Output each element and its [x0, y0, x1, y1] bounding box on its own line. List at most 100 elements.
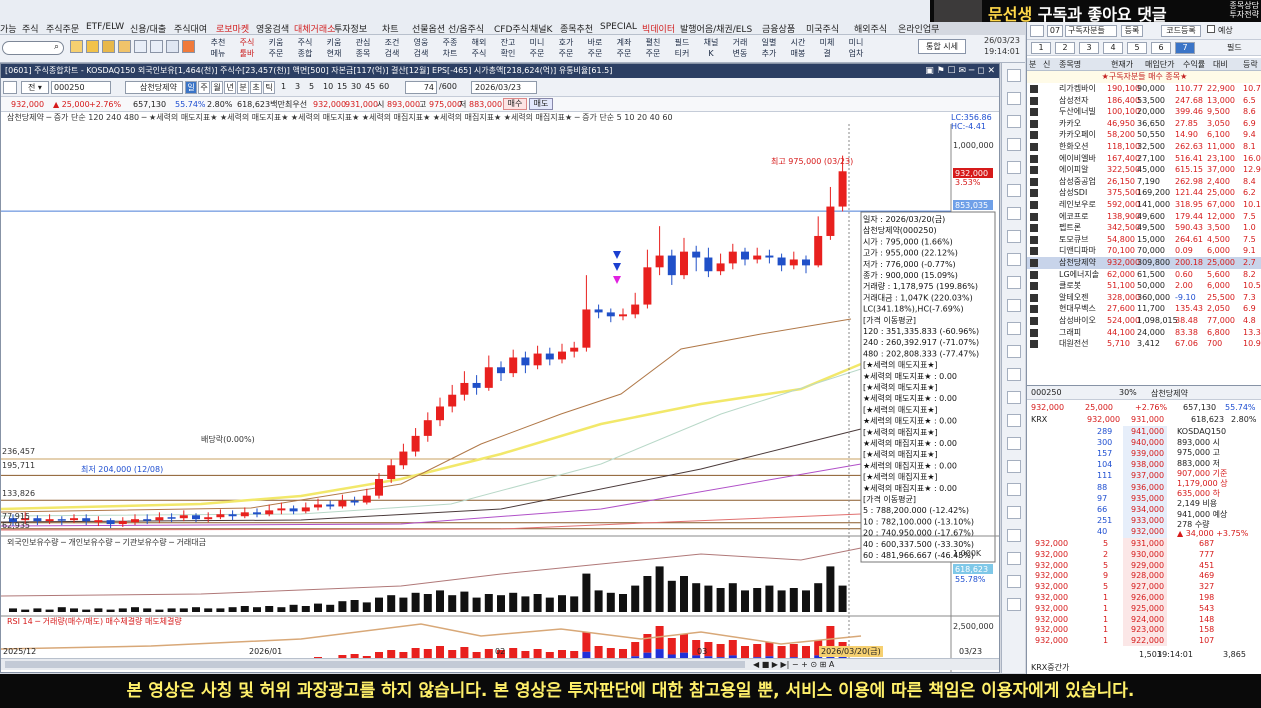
candle-body[interactable] — [777, 257, 786, 266]
watchlist-row[interactable]: 두산에너빌 100,100 20,000 399.46 9,500 8.6 — [1027, 106, 1261, 118]
bid-price[interactable]: 931,000 — [1131, 539, 1164, 548]
watchlist-col-5[interactable]: 수익률 — [1183, 58, 1205, 71]
watchlist-row[interactable]: 에코프로 138,900 49,600 179.44 12,000 7.5 — [1027, 211, 1261, 223]
stock-name-field[interactable]: 삼천당제약 — [125, 81, 183, 94]
toolbar-button-20[interactable]: 시간 매봉 — [785, 37, 811, 59]
candle-body[interactable] — [399, 451, 408, 466]
candle-body[interactable] — [631, 304, 640, 315]
register-button[interactable]: 등록 — [1121, 25, 1143, 37]
minute-opt-6[interactable]: 45 — [365, 82, 375, 91]
candle-body[interactable] — [619, 314, 627, 317]
bid-price[interactable]: 925,000 — [1131, 604, 1164, 613]
candle-body[interactable] — [167, 517, 176, 519]
bid-price[interactable]: 926,000 — [1131, 593, 1164, 602]
bid-price[interactable]: 928,000 — [1131, 571, 1164, 580]
menu-item-2[interactable]: 주식주문 — [46, 22, 79, 35]
candle-body[interactable] — [545, 353, 554, 360]
menu-item-17[interactable]: 빅데이터 — [642, 22, 675, 35]
menu-search-input[interactable]: ⌕ — [2, 41, 64, 55]
watchlist-row[interactable]: 카카오페이 58,200 50,550 14.90 6,100 9.4 — [1027, 129, 1261, 141]
ask-price[interactable]: 936,000 — [1131, 483, 1164, 492]
menu-item-0[interactable]: 가능 — [0, 22, 17, 35]
bid-price[interactable]: 924,000 — [1131, 615, 1164, 624]
draw-tool-9-icon[interactable] — [1007, 276, 1021, 289]
date-input[interactable]: 2026/03/23 — [471, 81, 537, 94]
minute-opt-0[interactable]: 1 — [281, 82, 286, 91]
candle-body[interactable] — [155, 517, 164, 521]
candle-body[interactable] — [94, 520, 103, 523]
candle-body[interactable] — [643, 267, 652, 305]
draw-tool-7-icon[interactable] — [1007, 230, 1021, 243]
menu-item-6[interactable]: 로보마켓 — [216, 22, 249, 35]
toolbar-button-11[interactable]: 미니 주문 — [524, 37, 550, 59]
period-tab-3[interactable]: 년 — [224, 81, 236, 94]
watchlist-tab-2[interactable]: 2 — [1055, 42, 1075, 54]
watchlist-tab-3[interactable]: 3 — [1079, 42, 1099, 54]
chart-scrollbar[interactable]: ◀ ■ ▶ ▶| − + ⊙ ⊞ A — [1, 658, 999, 670]
ask-price[interactable]: 941,000 — [1131, 427, 1164, 436]
watchlist-tab-1[interactable]: 1 — [1031, 42, 1051, 54]
toolbar-button-8[interactable]: 주종 차트 — [437, 37, 463, 59]
candle-body[interactable] — [509, 357, 518, 374]
candle-body[interactable] — [143, 519, 152, 521]
bid-price[interactable]: 929,000 — [1131, 561, 1164, 570]
ask-price[interactable]: 937,000 — [1131, 471, 1164, 480]
toolbar-button-14[interactable]: 계좌 주문 — [611, 37, 637, 59]
toolbar-button-16[interactable]: 필드 티커 — [669, 37, 695, 59]
candle-body[interactable] — [106, 520, 115, 525]
candle-body[interactable] — [789, 259, 798, 266]
toolbar-button-5[interactable]: 관심 종목 — [350, 37, 376, 59]
candle-body[interactable] — [484, 367, 493, 388]
watchlist-col-3[interactable]: 현재가 — [1111, 58, 1133, 71]
toolbar-button-19[interactable]: 일별 추가 — [756, 37, 782, 59]
candle-body[interactable] — [704, 257, 713, 272]
candle-body[interactable] — [826, 206, 835, 236]
toolbar-button-21[interactable]: 미체 결 — [814, 37, 840, 59]
candle-body[interactable] — [179, 515, 188, 519]
watchlist-row[interactable]: 디앤디파마 70,100 70,000 0.09 6,000 9.1 — [1027, 245, 1261, 257]
menu-item-22[interactable]: 온라인업무 — [898, 22, 939, 35]
watchlist-row[interactable]: 현대무벡스 27,600 11,700 135.43 2,050 6.9 — [1027, 303, 1261, 315]
candle-body[interactable] — [728, 251, 737, 264]
menu-item-5[interactable]: 주식대여 — [174, 22, 207, 35]
candle-body[interactable] — [448, 394, 457, 407]
period-tab-2[interactable]: 월 — [211, 81, 223, 94]
toolbar-button-22[interactable]: 미니 업차 — [843, 37, 869, 59]
watchlist-col-6[interactable]: 대비 — [1213, 58, 1228, 71]
candle-body[interactable] — [375, 479, 383, 496]
draw-tool-3-icon[interactable] — [1007, 138, 1021, 151]
candle-body[interactable] — [338, 500, 347, 507]
candle-body[interactable] — [277, 508, 286, 511]
draw-tool-1-icon[interactable] — [1007, 92, 1021, 105]
watchlist-row[interactable]: 에이피알 322,500 45,000 615.15 37,000 12.9 — [1027, 164, 1261, 176]
candle-body[interactable] — [289, 508, 298, 512]
draw-tool-23-icon[interactable] — [1007, 598, 1021, 611]
candle-body[interactable] — [326, 504, 335, 507]
menu-item-8[interactable]: 대체거래소 — [294, 22, 335, 35]
candle-body[interactable] — [265, 510, 274, 515]
period-tab-4[interactable]: 분 — [237, 81, 249, 94]
candle-body[interactable] — [411, 435, 420, 452]
candle-body[interactable] — [192, 515, 200, 520]
draw-tool-13-icon[interactable] — [1007, 368, 1021, 381]
watchlist-row[interactable]: 레인보우로 592,000 141,000 318.95 67,000 10.1 — [1027, 199, 1261, 211]
toolbar-button-7[interactable]: 영웅 검색 — [408, 37, 434, 59]
bid-price[interactable]: 923,000 — [1131, 625, 1164, 634]
menu-icon[interactable] — [3, 81, 17, 94]
candlestick-chart[interactable]: 최고 975,000 (03/23) 최저 204,000 (12/08) 배당락(… — [1, 124, 999, 672]
toolbar-button-12[interactable]: 호가 주문 — [553, 37, 579, 59]
toolbar-button-13[interactable]: 바로 주문 — [582, 37, 608, 59]
candle-body[interactable] — [362, 495, 371, 503]
toolbar-icon-2[interactable] — [86, 40, 99, 53]
watchlist-row[interactable]: LG에너지솔 62,000 61,500 0.60 5,600 8.2 — [1027, 269, 1261, 281]
code-type-select[interactable]: 전 ▾ — [21, 81, 49, 94]
candle-body[interactable] — [814, 235, 823, 266]
watchlist-row[interactable]: 펩트론 342,500 49,500 590.43 3,500 1.0 — [1027, 222, 1261, 234]
candle-body[interactable] — [716, 263, 725, 272]
candle-body[interactable] — [387, 465, 396, 479]
chart-nav-buttons[interactable]: ◀ ■ ▶ ▶| − + ⊙ ⊞ A — [753, 659, 834, 670]
draw-tool-15-icon[interactable] — [1007, 414, 1021, 427]
draw-tool-8-icon[interactable] — [1007, 253, 1021, 266]
candle-body[interactable] — [33, 518, 42, 522]
toolbar-button-4[interactable]: 키움 현재 — [321, 37, 347, 59]
